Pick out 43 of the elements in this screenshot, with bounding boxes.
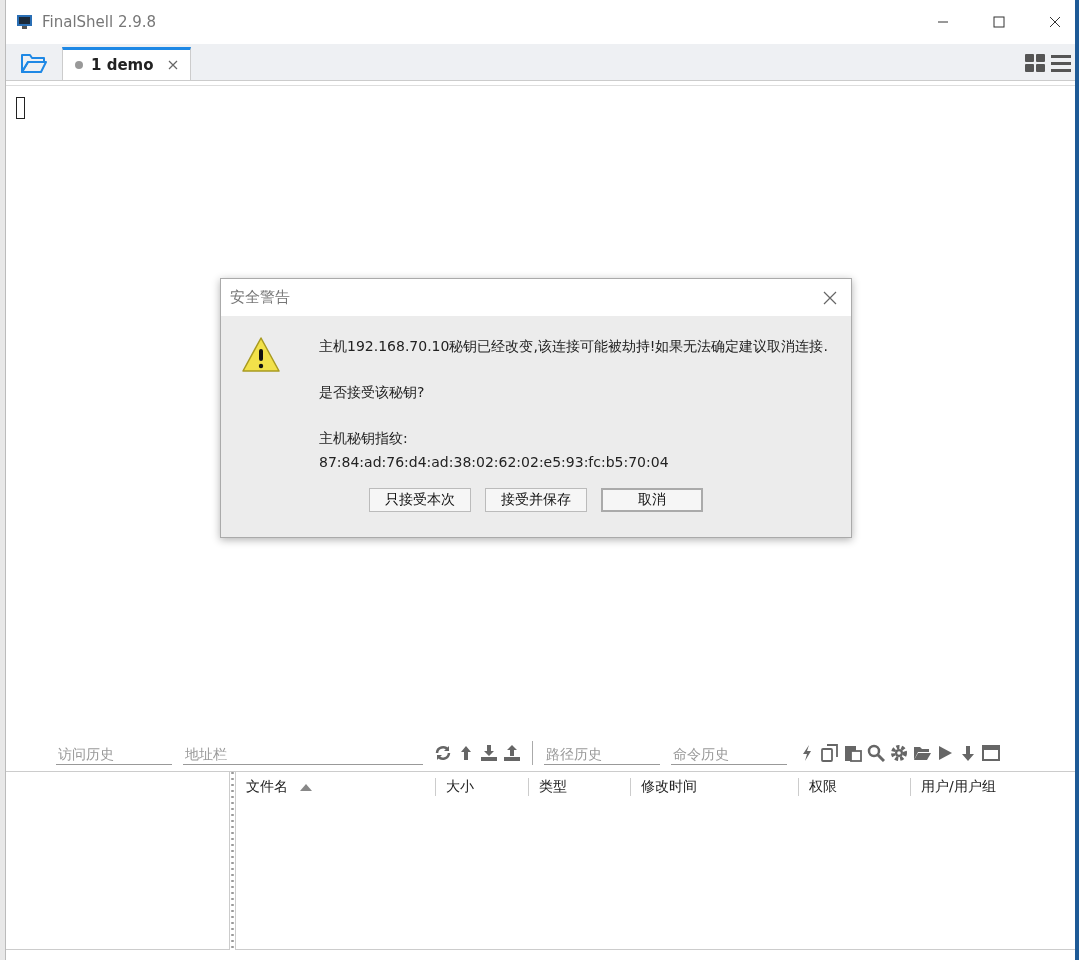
dialog-title: 安全警告 (230, 288, 290, 307)
copy-icon[interactable] (821, 744, 839, 762)
input-field[interactable]: 访问历史 (56, 741, 172, 765)
input-field[interactable]: 地址栏 (183, 741, 423, 765)
column-header[interactable]: 用户/用户组 (911, 778, 1075, 796)
window-title: FinalShell 2.9.8 (42, 13, 158, 31)
paste-icon[interactable] (844, 744, 862, 762)
column-header[interactable]: 权限 (799, 778, 911, 796)
status-dot-icon (75, 61, 83, 69)
close-icon[interactable] (167, 60, 178, 70)
folder-icon[interactable] (913, 744, 931, 762)
refresh-icon[interactable] (434, 744, 452, 762)
search-icon[interactable] (867, 744, 885, 762)
folder-icon[interactable] (20, 52, 48, 74)
warning-message: 主机192.168.70.10秘钥已经改变,该连接可能被劫持!如果无法确定建议取消连接. (319, 337, 828, 356)
dialog-button[interactable]: 取消 (601, 488, 703, 512)
play-icon[interactable] (936, 744, 954, 762)
window-icon[interactable] (982, 744, 1000, 762)
upload-icon[interactable] (503, 744, 521, 762)
column-header[interactable]: 大小 (436, 778, 529, 796)
tab[interactable]: 1 demo (62, 47, 191, 80)
input-field[interactable]: 命令历史 (671, 741, 787, 765)
down-arrow-icon[interactable] (959, 744, 977, 762)
text-cursor (16, 97, 25, 119)
maximize-icon[interactable] (993, 16, 1005, 28)
splitter-handle[interactable] (230, 772, 235, 950)
settings-icon[interactable] (890, 744, 908, 762)
menu-icon[interactable] (1051, 54, 1071, 72)
close-icon[interactable] (823, 290, 837, 305)
fingerprint-value: 87:84:ad:76:d4:ad:38:02:62:02:e5:93:fc:b5:70:04 (319, 453, 670, 472)
column-header[interactable]: 修改时间 (631, 778, 799, 796)
monitor-icon (16, 14, 34, 30)
dialog-button[interactable]: 只接受本次 (369, 488, 471, 512)
close-icon[interactable] (1049, 16, 1061, 28)
question-text: 是否接受该秘钥? (319, 383, 426, 402)
download-icon[interactable] (480, 744, 498, 762)
warning-icon (241, 336, 281, 374)
dialog-button[interactable]: 接受并保存 (485, 488, 587, 512)
column-header[interactable]: 类型 (529, 778, 631, 796)
input-field[interactable]: 路径历史 (544, 741, 660, 765)
fingerprint-label: 主机秘钥指纹: (319, 429, 409, 448)
grid-icon[interactable] (1025, 54, 1045, 72)
column-header[interactable]: 文件名 (236, 778, 436, 796)
